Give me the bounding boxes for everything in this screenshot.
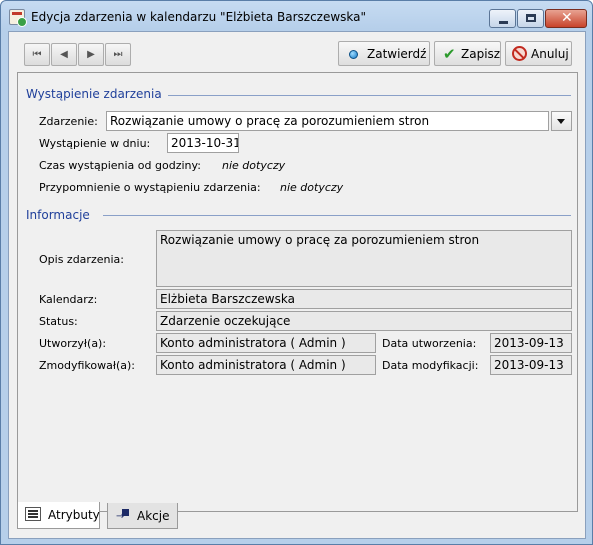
cancel-circle-icon	[512, 46, 527, 61]
cancel-button-label: Anuluj	[531, 47, 569, 61]
tab-atrybuty-label: Atrybuty	[48, 508, 100, 522]
section-title-info: Informacje	[26, 208, 90, 222]
first-record-button[interactable]: ⏮	[24, 43, 50, 66]
previous-record-button[interactable]: ◀	[51, 43, 77, 66]
modified-date-label: Data modyfikacji:	[382, 359, 479, 372]
minimize-icon	[499, 21, 508, 24]
created-by-label: Utworzył(a):	[39, 337, 107, 350]
date-input[interactable]: 2013-10-31	[167, 133, 239, 153]
time-value: nie dotyczy	[222, 159, 286, 172]
event-label: Zdarzenie:	[39, 115, 98, 128]
tab-akcje-label: Akcje	[137, 509, 170, 523]
reminder-value: nie dotyczy	[280, 181, 344, 194]
tab-atrybuty[interactable]: Atrybuty	[17, 502, 100, 529]
status-label: Status:	[39, 315, 78, 328]
last-record-button[interactable]: ⏭	[105, 43, 131, 66]
next-icon: ▶	[87, 49, 95, 60]
attributes-panel: Wystąpienie zdarzenia Zdarzenie: Rozwiąz…	[17, 72, 578, 512]
first-icon: ⏮	[32, 49, 42, 60]
reminder-label: Przypomnienie o wystąpieniu zdarzenia:	[39, 181, 261, 194]
checkmark-icon: ✔	[443, 45, 456, 63]
close-button[interactable]: ✕	[545, 9, 587, 28]
confirm-dot-icon	[349, 50, 358, 59]
description-label: Opis zdarzenia:	[39, 253, 124, 266]
save-button-label: Zapisz	[461, 47, 501, 61]
modified-by-label: Zmodyfikował(a):	[39, 359, 136, 372]
created-date-label: Data utworzenia:	[382, 337, 477, 350]
event-dropdown-button[interactable]	[551, 111, 572, 131]
actions-icon	[116, 509, 132, 523]
previous-icon: ◀	[60, 49, 68, 60]
calendar-field[interactable]: Elżbieta Barszczewska	[156, 289, 572, 309]
description-textarea[interactable]: Rozwiązanie umowy o pracę za porozumieni…	[156, 230, 572, 287]
maximize-button[interactable]	[517, 9, 544, 28]
date-label: Wystąpienie w dniu:	[39, 137, 151, 150]
minimize-button[interactable]	[489, 9, 516, 28]
maximize-icon	[526, 14, 536, 22]
created-date-field[interactable]: 2013-09-13	[490, 333, 572, 353]
last-icon: ⏭	[113, 49, 123, 60]
calendar-app-icon	[9, 9, 27, 27]
tab-akcje[interactable]: Akcje	[107, 503, 178, 529]
next-record-button[interactable]: ▶	[78, 43, 104, 66]
save-button[interactable]: ✔ Zapisz	[434, 41, 501, 66]
dialog-window: Edycja zdarzenia w kalendarzu "Elżbieta …	[0, 0, 593, 545]
cancel-button[interactable]: Anuluj	[505, 41, 572, 66]
window-title: Edycja zdarzenia w kalendarzu "Elżbieta …	[31, 10, 367, 24]
section-divider	[168, 95, 571, 96]
created-by-field[interactable]: Konto administratora ( Admin )	[156, 333, 376, 353]
section-divider	[103, 215, 571, 216]
close-icon: ✕	[561, 10, 573, 26]
event-combo-value[interactable]: Rozwiązanie umowy o pracę za porozumieni…	[106, 111, 549, 131]
confirm-button[interactable]: Zatwierdź	[338, 41, 430, 66]
status-field[interactable]: Zdarzenie oczekujące	[156, 311, 572, 331]
time-label: Czas wystąpienia od godziny:	[39, 159, 201, 172]
modified-date-field[interactable]: 2013-09-13	[490, 355, 572, 375]
attributes-icon	[25, 507, 41, 521]
section-title-occurrence: Wystąpienie zdarzenia	[26, 87, 162, 101]
title-bar[interactable]: Edycja zdarzenia w kalendarzu "Elżbieta …	[1, 1, 592, 31]
confirm-button-label: Zatwierdź	[367, 47, 427, 61]
modified-by-field[interactable]: Konto administratora ( Admin )	[156, 355, 376, 375]
dialog-client-area: ⏮ ◀ ▶ ⏭ Zatwierdź ✔ Zapisz Anuluj Wystąp…	[8, 31, 586, 539]
calendar-label: Kalendarz:	[39, 293, 98, 306]
